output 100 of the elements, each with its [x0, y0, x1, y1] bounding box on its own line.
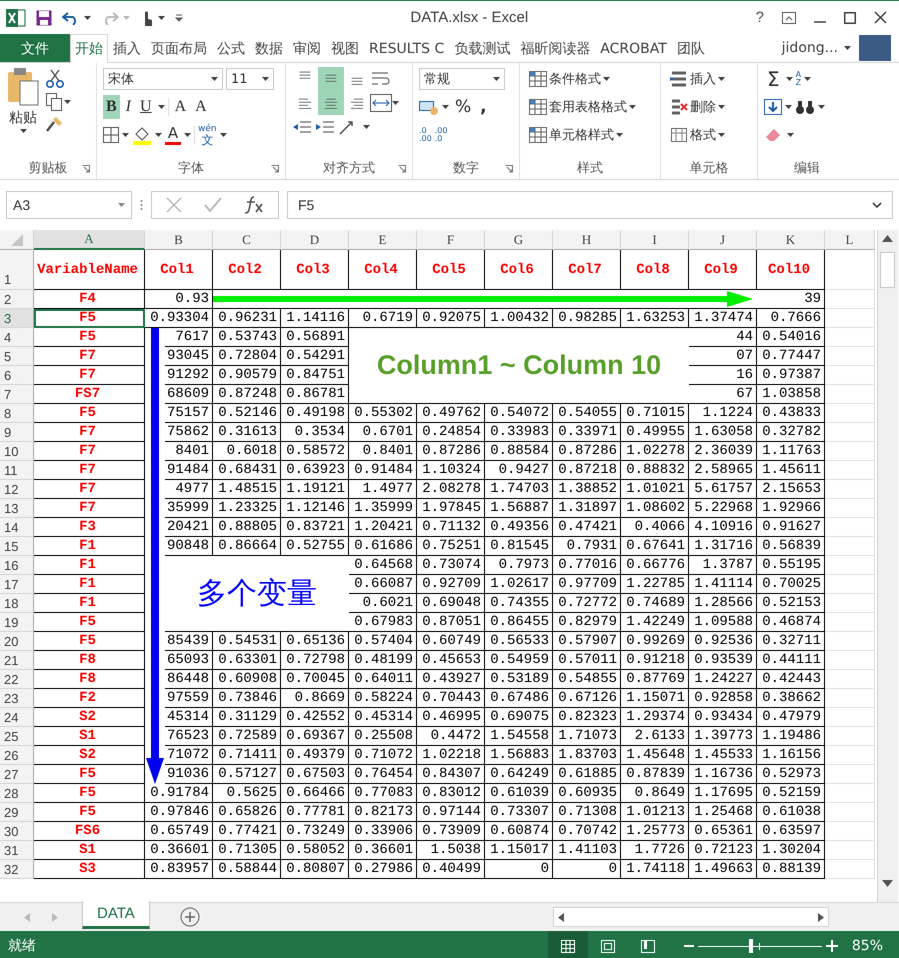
column-header[interactable]: F — [417, 230, 485, 250]
table-cell[interactable]: 0.5625 — [213, 784, 281, 803]
table-cell[interactable]: F5 — [34, 404, 145, 423]
table-cell[interactable]: 1.54558 — [485, 727, 553, 746]
table-cell[interactable]: 0.54855 — [553, 670, 621, 689]
table-cell[interactable]: F5 — [34, 328, 145, 347]
row-header[interactable]: 4 — [0, 328, 34, 347]
table-cell[interactable]: 0.93 — [145, 290, 213, 309]
table-cell[interactable]: 0.40499 — [417, 860, 485, 879]
table-cell[interactable]: 0.77421 — [213, 822, 281, 841]
column-header[interactable]: I — [621, 230, 689, 250]
phonetic-button[interactable]: wén 文 — [198, 124, 217, 146]
row-header[interactable]: 22 — [0, 670, 34, 689]
table-cell[interactable]: 0.84307 — [417, 765, 485, 784]
table-cell[interactable]: 39 — [757, 290, 825, 309]
decrease-decimal-button[interactable]: .00 .0 — [434, 127, 448, 143]
table-cell[interactable]: 0.44111 — [757, 651, 825, 670]
table-cell[interactable]: 0.60749 — [417, 632, 485, 651]
row-header[interactable]: 1 — [0, 250, 34, 290]
table-cell[interactable]: 1.45533 — [689, 746, 757, 765]
table-cell[interactable]: 0.47421 — [553, 518, 621, 537]
table-cell[interactable]: F7 — [34, 499, 145, 518]
table-cell[interactable]: 0.4472 — [417, 727, 485, 746]
table-cell[interactable]: 0.67641 — [621, 537, 689, 556]
table-cell[interactable]: 0.72804 — [213, 347, 281, 366]
table-cell[interactable]: F7 — [34, 461, 145, 480]
table-cell[interactable]: 0.90579 — [213, 366, 281, 385]
table-cell[interactable]: 0.4066 — [621, 518, 689, 537]
ribbon-tab[interactable]: 团队 — [672, 34, 710, 62]
table-cell[interactable]: 0.48199 — [349, 651, 417, 670]
horizontal-scrollbar[interactable] — [553, 907, 829, 927]
table-cell[interactable]: F2 — [34, 689, 145, 708]
table-cell[interactable]: 1.97845 — [417, 499, 485, 518]
table-cell[interactable]: S3 — [34, 860, 145, 879]
table-cell[interactable]: F7 — [34, 347, 145, 366]
ribbon-tab[interactable]: 插入 — [108, 34, 146, 62]
table-cell[interactable]: 0.93304 — [145, 309, 213, 328]
table-cell[interactable]: S1 — [34, 841, 145, 860]
table-cell[interactable]: 1.02218 — [417, 746, 485, 765]
table-cell[interactable]: 0.97846 — [145, 803, 213, 822]
table-cell[interactable]: 0.91784 — [145, 784, 213, 803]
table-cell[interactable]: 0.76454 — [349, 765, 417, 784]
format-painter-icon[interactable] — [46, 115, 64, 133]
table-cell[interactable]: 0.8669 — [281, 689, 349, 708]
column-header[interactable]: L — [825, 230, 875, 250]
table-cell[interactable]: 0.36601 — [349, 841, 417, 860]
table-cell[interactable]: 1.31897 — [553, 499, 621, 518]
increase-indent-icon[interactable] — [315, 119, 335, 135]
table-cell[interactable]: 35999 — [165, 499, 213, 518]
table-cell[interactable]: 1.20421 — [349, 518, 417, 537]
expand-icon[interactable] — [872, 202, 882, 208]
table-cell[interactable]: 0.70045 — [281, 670, 349, 689]
table-cell[interactable]: 0.63923 — [281, 461, 349, 480]
table-cell[interactable]: 0.61038 — [757, 803, 825, 822]
font-size-field[interactable]: 11 — [226, 68, 274, 90]
table-cell[interactable]: F5 — [34, 632, 145, 651]
table-cell[interactable]: 0.49379 — [281, 746, 349, 765]
table-cell[interactable]: 65093 — [165, 651, 213, 670]
sort-filter-button[interactable]: A Z — [796, 71, 802, 87]
paste-button[interactable]: 粘贴 — [6, 67, 40, 157]
copy-icon[interactable] — [46, 93, 62, 111]
table-cell[interactable]: 0.71308 — [553, 803, 621, 822]
table-cell[interactable]: 0.32782 — [757, 423, 825, 442]
table-cell[interactable]: F4 — [34, 290, 145, 309]
table-cell[interactable]: 0 — [485, 860, 553, 879]
table-cell[interactable]: 0.61686 — [349, 537, 417, 556]
table-cell[interactable]: 1.48515 — [213, 480, 281, 499]
table-cell[interactable]: 0.71132 — [417, 518, 485, 537]
table-cell[interactable]: 0.77083 — [349, 784, 417, 803]
row-header[interactable]: 25 — [0, 727, 34, 746]
table-cell[interactable]: 0.58224 — [349, 689, 417, 708]
table-cell[interactable]: 0.7931 — [553, 537, 621, 556]
table-cell[interactable]: 0.82323 — [553, 708, 621, 727]
table-cell[interactable]: 97559 — [165, 689, 213, 708]
table-cell[interactable]: F8 — [34, 670, 145, 689]
table-cell[interactable]: 0.38662 — [757, 689, 825, 708]
row-header[interactable]: 26 — [0, 746, 34, 765]
table-cell[interactable]: 0.49198 — [281, 404, 349, 423]
table-cell[interactable]: F7 — [34, 366, 145, 385]
customize-toolbar-icon[interactable] — [175, 14, 183, 22]
table-cell[interactable]: 76523 — [165, 727, 213, 746]
underline-button[interactable]: U — [137, 95, 155, 119]
vertical-scrollbar[interactable] — [877, 230, 898, 902]
table-cell[interactable]: 0.31129 — [213, 708, 281, 727]
table-cell[interactable]: 0.64011 — [349, 670, 417, 689]
table-cell[interactable]: 86448 — [165, 670, 213, 689]
table-cell[interactable]: 0.63597 — [757, 822, 825, 841]
ribbon-tab[interactable]: 负载测试 — [449, 34, 516, 62]
ribbon-display-icon[interactable] — [782, 12, 796, 24]
table-cell[interactable]: 1.14116 — [281, 309, 349, 328]
table-cell[interactable]: 0.60935 — [553, 784, 621, 803]
cut-icon[interactable] — [46, 69, 64, 89]
dialog-launcher-icon[interactable] — [271, 165, 279, 173]
table-cell[interactable]: 0.24854 — [417, 423, 485, 442]
table-cell[interactable]: F8 — [34, 651, 145, 670]
table-cell[interactable]: 0.36601 — [145, 841, 213, 860]
table-cell[interactable]: 71072 — [165, 746, 213, 765]
table-cell[interactable]: 0.82173 — [349, 803, 417, 822]
table-cell[interactable]: 0.72589 — [213, 727, 281, 746]
table-cell[interactable]: 0.81545 — [485, 537, 553, 556]
